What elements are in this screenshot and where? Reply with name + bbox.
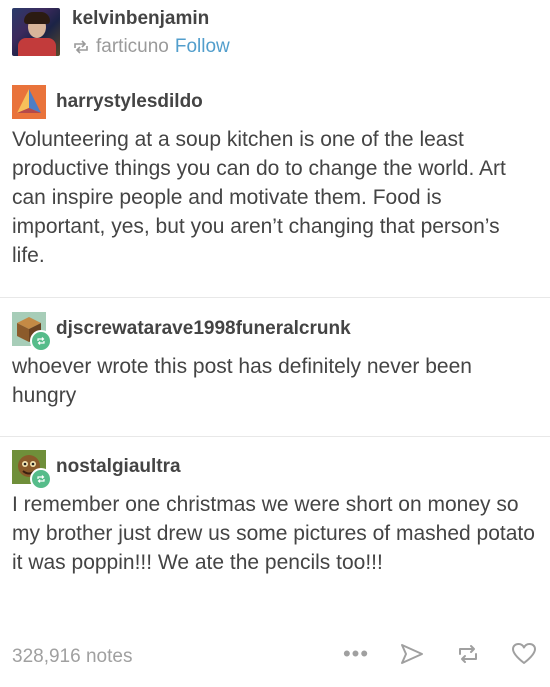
reblog-entry-3: nostalgiaultra I remember one christmas …	[12, 450, 538, 577]
username-3[interactable]: nostalgiaultra	[56, 456, 181, 478]
pyramid-avatar-icon	[12, 85, 46, 119]
avatar-shirt	[18, 38, 56, 56]
reblog-badge-icon	[30, 330, 52, 352]
divider-1	[0, 297, 550, 298]
share-icon[interactable]	[398, 640, 426, 668]
reblog-button-icon[interactable]	[454, 640, 482, 668]
user-avatar-2[interactable]	[12, 312, 52, 352]
notes-count[interactable]: 328,916 notes	[12, 646, 132, 668]
post-text-3: I remember one christmas we were short o…	[12, 493, 535, 574]
user-avatar-1[interactable]	[12, 85, 46, 119]
reblogged-from-name[interactable]: farticuno	[96, 36, 169, 58]
like-heart-icon[interactable]	[510, 640, 538, 668]
avatar-hair	[24, 12, 50, 24]
reblog-badge-icon	[30, 468, 52, 490]
post-text-2: whoever wrote this post has definitely n…	[12, 355, 472, 407]
username-1[interactable]: harrystylesdildo	[56, 91, 203, 113]
divider-2	[0, 436, 550, 437]
user-avatar-3[interactable]	[12, 450, 52, 490]
more-options-icon[interactable]: •••	[342, 640, 370, 668]
post-actions: •••	[342, 640, 538, 668]
post-header: kelvinbenjamin farticuno Follow	[12, 8, 532, 58]
post-author-name[interactable]: kelvinbenjamin	[72, 8, 209, 30]
reblog-entry-1: harrystylesdildo Volunteering at a soup …	[12, 85, 538, 270]
reblog-icon	[74, 40, 88, 54]
follow-button[interactable]: Follow	[175, 36, 230, 58]
username-2[interactable]: djscrewatarave1998funeralcrunk	[56, 318, 351, 340]
reblog-entry-2: djscrewatarave1998funeralcrunk whoever w…	[12, 312, 538, 410]
reblog-source: farticuno Follow	[72, 36, 230, 58]
post-text-1: Volunteering at a soup kitchen is one of…	[12, 128, 506, 267]
blog-avatar[interactable]	[12, 8, 60, 56]
post-footer: 328,916 notes •••	[12, 640, 538, 674]
